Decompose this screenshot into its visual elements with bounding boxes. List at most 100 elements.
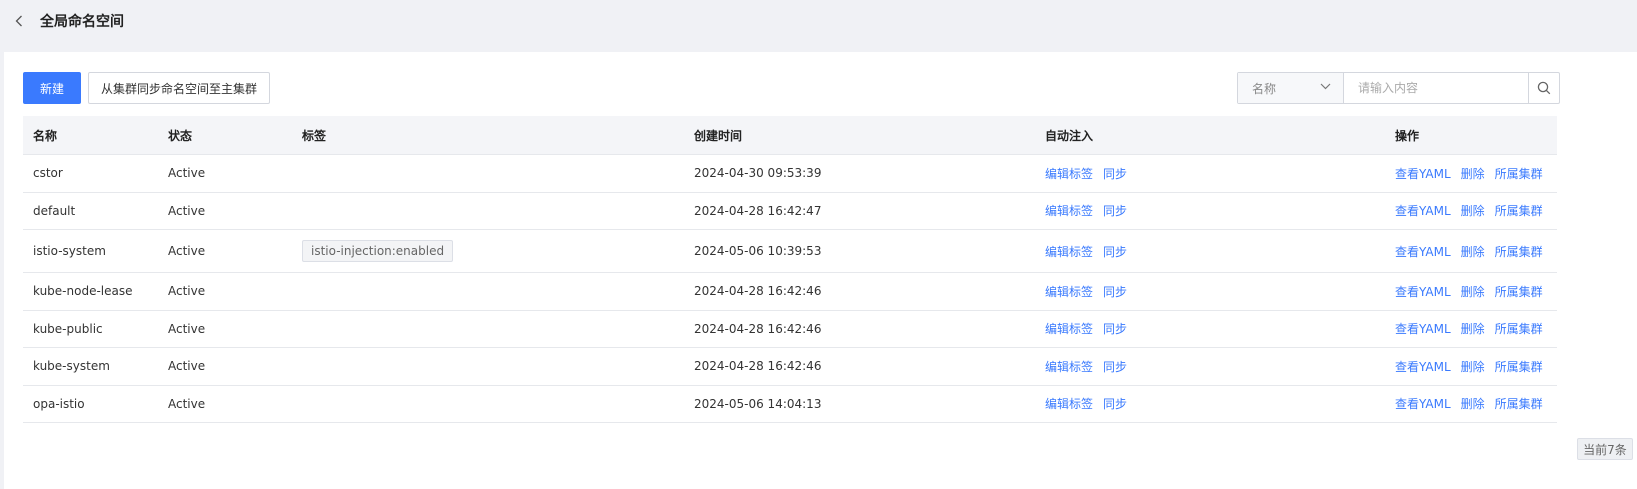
delete-link[interactable]: 删除 bbox=[1461, 285, 1485, 299]
actions-cell: 查看YAML 删除 所属集群 bbox=[1395, 358, 1557, 375]
auto-inject-cell: 编辑标签 同步 bbox=[1045, 283, 1395, 300]
table-row: istio-system Active istio-injection:enab… bbox=[23, 230, 1557, 273]
table-row: kube-system Active 2024-04-28 16:42:46 编… bbox=[23, 348, 1557, 386]
table-row: opa-istio Active 2024-05-06 14:04:13 编辑标… bbox=[23, 386, 1557, 423]
owner-cluster-link[interactable]: 所属集群 bbox=[1495, 167, 1543, 181]
namespace-status: Active bbox=[168, 396, 206, 411]
actions-cell: 查看YAML 删除 所属集群 bbox=[1395, 320, 1557, 337]
namespace-created: 2024-05-06 14:04:13 bbox=[694, 396, 822, 411]
namespace-status: Active bbox=[168, 203, 206, 218]
delete-link[interactable]: 删除 bbox=[1461, 245, 1485, 259]
namespace-status: Active bbox=[168, 166, 206, 181]
search-icon bbox=[1537, 81, 1551, 95]
namespace-name: kube-node-lease bbox=[33, 284, 133, 299]
auto-inject-cell: 编辑标签 同步 bbox=[1045, 320, 1395, 337]
auto-inject-cell: 编辑标签 同步 bbox=[1045, 202, 1395, 219]
edit-label-link[interactable]: 编辑标签 bbox=[1045, 204, 1093, 218]
namespace-created: 2024-05-06 10:39:53 bbox=[694, 244, 822, 258]
view-yaml-link[interactable]: 查看YAML bbox=[1395, 397, 1451, 411]
owner-cluster-link[interactable]: 所属集群 bbox=[1495, 397, 1543, 411]
view-yaml-link[interactable]: 查看YAML bbox=[1395, 322, 1451, 336]
edit-label-link[interactable]: 编辑标签 bbox=[1045, 397, 1093, 411]
auto-inject-cell: 编辑标签 同步 bbox=[1045, 395, 1395, 412]
sync-link[interactable]: 同步 bbox=[1103, 397, 1127, 411]
search-field-select[interactable]: 名称 bbox=[1238, 73, 1344, 103]
column-header-labels: 标签 bbox=[302, 128, 327, 143]
sync-link[interactable]: 同步 bbox=[1103, 322, 1127, 336]
column-header-actions: 操作 bbox=[1395, 128, 1420, 143]
search-group: 名称 bbox=[1237, 72, 1560, 104]
sync-link[interactable]: 同步 bbox=[1103, 204, 1127, 218]
column-header-created: 创建时间 bbox=[694, 128, 743, 143]
delete-link[interactable]: 删除 bbox=[1461, 322, 1485, 336]
owner-cluster-link[interactable]: 所属集群 bbox=[1495, 245, 1543, 259]
column-header-name: 名称 bbox=[33, 128, 58, 143]
namespace-name: kube-public bbox=[33, 321, 103, 336]
label-tag: istio-injection:enabled bbox=[302, 240, 454, 262]
namespace-status: Active bbox=[168, 284, 206, 299]
search-field-value: 名称 bbox=[1252, 81, 1277, 96]
namespace-created: 2024-04-30 09:53:39 bbox=[694, 166, 822, 181]
owner-cluster-link[interactable]: 所属集群 bbox=[1495, 360, 1543, 374]
page-title: 全局命名空间 bbox=[40, 14, 124, 30]
delete-link[interactable]: 删除 bbox=[1461, 167, 1485, 181]
actions-cell: 查看YAML 删除 所属集群 bbox=[1395, 243, 1557, 260]
namespace-status: Active bbox=[168, 359, 206, 374]
namespace-name: kube-system bbox=[33, 359, 110, 374]
namespace-created: 2024-04-28 16:42:46 bbox=[694, 284, 822, 299]
table-row: kube-public Active 2024-04-28 16:42:46 编… bbox=[23, 311, 1557, 348]
search-input[interactable] bbox=[1344, 73, 1528, 103]
back-arrow-icon[interactable] bbox=[12, 14, 26, 28]
search-button[interactable] bbox=[1528, 73, 1559, 103]
edit-label-link[interactable]: 编辑标签 bbox=[1045, 285, 1093, 299]
owner-cluster-link[interactable]: 所属集群 bbox=[1495, 322, 1543, 336]
table-row: default Active 2024-04-28 16:42:47 编辑标签同… bbox=[23, 193, 1557, 230]
sync-link[interactable]: 同步 bbox=[1103, 360, 1127, 374]
table-header: 名称 状态 标签 创建时间 自动注入 操作 bbox=[23, 116, 1557, 155]
edit-label-link[interactable]: 编辑标签 bbox=[1045, 167, 1093, 181]
table-row: kube-node-lease Active 2024-04-28 16:42:… bbox=[23, 273, 1557, 311]
owner-cluster-link[interactable]: 所属集群 bbox=[1495, 204, 1543, 218]
namespace-name: cstor bbox=[33, 166, 63, 181]
page-header: 全局命名空间 bbox=[0, 0, 1637, 42]
namespace-status: Active bbox=[168, 321, 206, 336]
view-yaml-link[interactable]: 查看YAML bbox=[1395, 167, 1451, 181]
column-header-auto-inject: 自动注入 bbox=[1045, 128, 1094, 143]
namespace-table: 名称 状态 标签 创建时间 自动注入 操作 cstor Active 2024-… bbox=[23, 116, 1557, 423]
actions-cell: 查看YAML 删除 所属集群 bbox=[1395, 202, 1557, 219]
actions-cell: 查看YAML 删除 所属集群 bbox=[1395, 165, 1557, 182]
new-button[interactable]: 新建 bbox=[23, 72, 81, 104]
delete-link[interactable]: 删除 bbox=[1461, 204, 1485, 218]
namespace-created: 2024-04-28 16:42:46 bbox=[694, 321, 822, 336]
sync-link[interactable]: 同步 bbox=[1103, 245, 1127, 259]
view-yaml-link[interactable]: 查看YAML bbox=[1395, 285, 1451, 299]
actions-cell: 查看YAML 删除 所属集群 bbox=[1395, 395, 1557, 412]
namespace-created: 2024-04-28 16:42:46 bbox=[694, 359, 822, 374]
total-count-badge: 当前7条 bbox=[1577, 438, 1633, 460]
edit-label-link[interactable]: 编辑标签 bbox=[1045, 245, 1093, 259]
chevron-down-icon bbox=[1320, 83, 1331, 90]
actions-cell: 查看YAML 删除 所属集群 bbox=[1395, 283, 1557, 300]
view-yaml-link[interactable]: 查看YAML bbox=[1395, 245, 1451, 259]
namespace-name: opa-istio bbox=[33, 396, 85, 411]
toolbar: 新建 从集群同步命名空间至主集群 名称 bbox=[23, 72, 1637, 104]
edit-label-link[interactable]: 编辑标签 bbox=[1045, 322, 1093, 336]
column-header-status: 状态 bbox=[168, 128, 193, 143]
namespace-status: Active bbox=[168, 244, 206, 258]
namespace-name: istio-system bbox=[33, 244, 106, 258]
sync-link[interactable]: 同步 bbox=[1103, 285, 1127, 299]
view-yaml-link[interactable]: 查看YAML bbox=[1395, 360, 1451, 374]
auto-inject-cell: 编辑标签 同步 bbox=[1045, 358, 1395, 375]
namespace-name: default bbox=[33, 203, 76, 218]
delete-link[interactable]: 删除 bbox=[1461, 360, 1485, 374]
sync-namespace-button[interactable]: 从集群同步命名空间至主集群 bbox=[88, 72, 270, 104]
view-yaml-link[interactable]: 查看YAML bbox=[1395, 204, 1451, 218]
namespace-created: 2024-04-28 16:42:47 bbox=[694, 203, 822, 218]
table-row: cstor Active 2024-04-30 09:53:39 编辑标签 同步 … bbox=[23, 155, 1557, 193]
owner-cluster-link[interactable]: 所属集群 bbox=[1495, 285, 1543, 299]
edit-label-link[interactable]: 编辑标签 bbox=[1045, 360, 1093, 374]
content-card: 新建 从集群同步命名空间至主集群 名称 名称 状态 标签 创建时间 自动注入 操… bbox=[4, 52, 1637, 489]
sync-link[interactable]: 同步 bbox=[1103, 167, 1127, 181]
delete-link[interactable]: 删除 bbox=[1461, 397, 1485, 411]
auto-inject-cell: 编辑标签 同步 bbox=[1045, 165, 1395, 182]
